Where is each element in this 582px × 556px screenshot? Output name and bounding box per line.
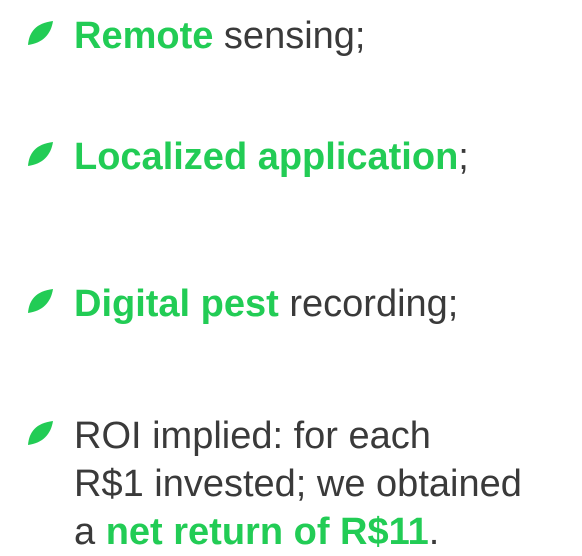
leaf-icon [26, 20, 54, 46]
bullet-highlight: Localized application [74, 136, 459, 178]
roi-line-2: R$1 invested; we obtained [74, 463, 522, 505]
bullet-rest: ; [458, 136, 469, 178]
bullet-rest: recording; [278, 283, 459, 325]
bullet-rest: sensing; [213, 15, 366, 57]
roi-line-1: ROI implied: for each [74, 415, 431, 457]
bullet-highlight: Remote [74, 15, 214, 57]
roi-line-3-suffix: . [428, 511, 440, 553]
leaf-icon [26, 288, 54, 314]
leaf-icon [26, 420, 54, 446]
roi-line-3: a net return of R$11. [74, 508, 522, 556]
leaf-icon [26, 141, 54, 167]
bullet-highlight: Digital pest [74, 283, 279, 325]
roi-net-return-highlight: net return of R$11 [105, 511, 429, 553]
bullet-text: Remote sensing; [74, 12, 365, 60]
bullet-text: ROI implied: for each R$1 invested; we o… [74, 412, 522, 556]
roi-line-3-prefix: a [74, 511, 106, 553]
bullet-text: Digital pest recording; [74, 280, 458, 328]
bullet-text: Localized application; [74, 133, 469, 181]
